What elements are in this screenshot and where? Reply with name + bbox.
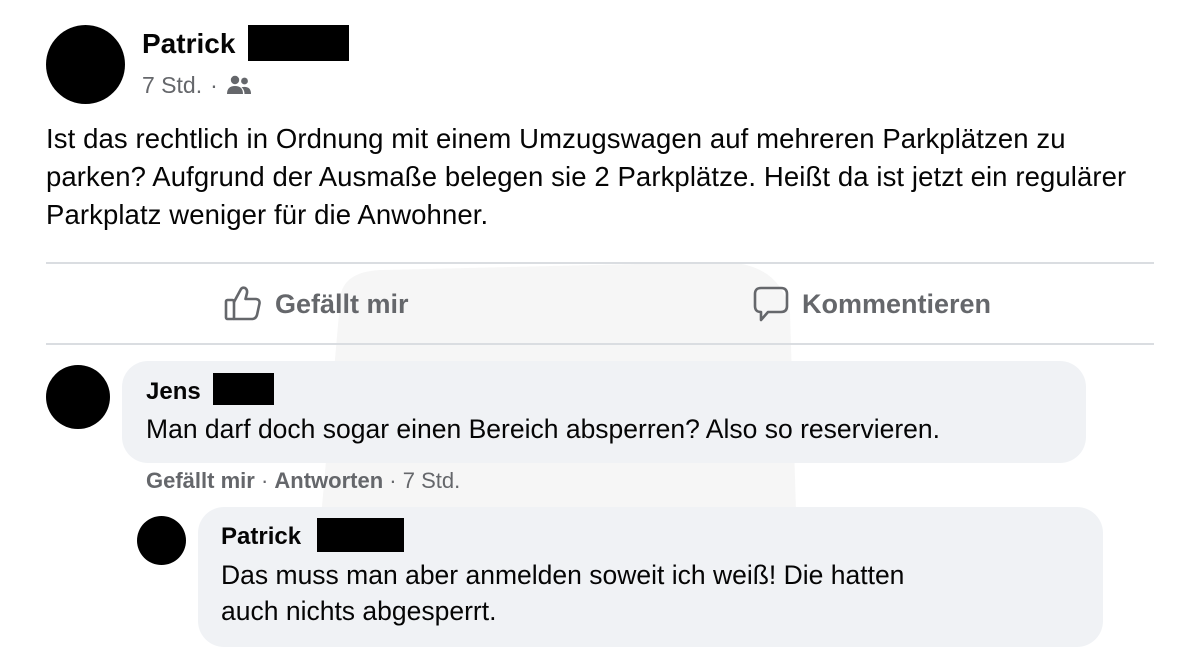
- post-body-text: Ist das rechtlich in Ordnung mit einem U…: [46, 123, 1127, 230]
- post-author-name[interactable]: Patrick: [142, 27, 235, 61]
- comment-author-avatar[interactable]: [46, 365, 110, 429]
- reply-author-avatar[interactable]: [137, 516, 186, 565]
- post-time[interactable]: 7 Std.: [142, 70, 202, 100]
- separator: ·: [389, 468, 403, 493]
- reply-text-line-1: Das muss man aber anmelden soweit ich we…: [221, 560, 905, 590]
- actions-bottom-divider: [46, 343, 1154, 345]
- actions-top-divider: [46, 262, 1154, 264]
- comment-actions: Gefällt mir · Antworten · 7 Std.: [146, 466, 460, 496]
- comment-author-name[interactable]: Jens: [146, 377, 201, 407]
- comment-label: Kommentieren: [802, 288, 992, 319]
- like-button[interactable]: Gefällt mir: [223, 280, 409, 328]
- speech-bubble-icon: [752, 285, 790, 323]
- reply-text-line-2: auch nichts abgesperrt.: [221, 596, 497, 626]
- comment-text: Man darf doch sogar einen Bereich absper…: [146, 414, 940, 444]
- post-meta: 7 Std. ·: [142, 70, 252, 100]
- reply-author-name[interactable]: Patrick: [221, 522, 301, 552]
- post-author-avatar[interactable]: [46, 25, 125, 104]
- post-author-redaction: [248, 25, 349, 61]
- friends-icon: [226, 75, 252, 95]
- reply-author-redaction: [317, 518, 404, 552]
- thumbs-up-icon: [223, 284, 263, 324]
- comment-reply-link[interactable]: Antworten: [274, 468, 383, 493]
- comment-author-redaction: [213, 373, 274, 405]
- comment-time[interactable]: 7 Std.: [403, 468, 460, 493]
- facebook-post: Patrick 7 Std. · Ist das rechtlich in Or…: [0, 0, 1200, 647]
- like-label: Gefällt mir: [275, 288, 409, 319]
- separator: ·: [260, 468, 275, 493]
- comment-button[interactable]: Kommentieren: [752, 280, 991, 328]
- comment-like-link[interactable]: Gefällt mir: [146, 468, 255, 493]
- meta-separator: ·: [210, 72, 218, 98]
